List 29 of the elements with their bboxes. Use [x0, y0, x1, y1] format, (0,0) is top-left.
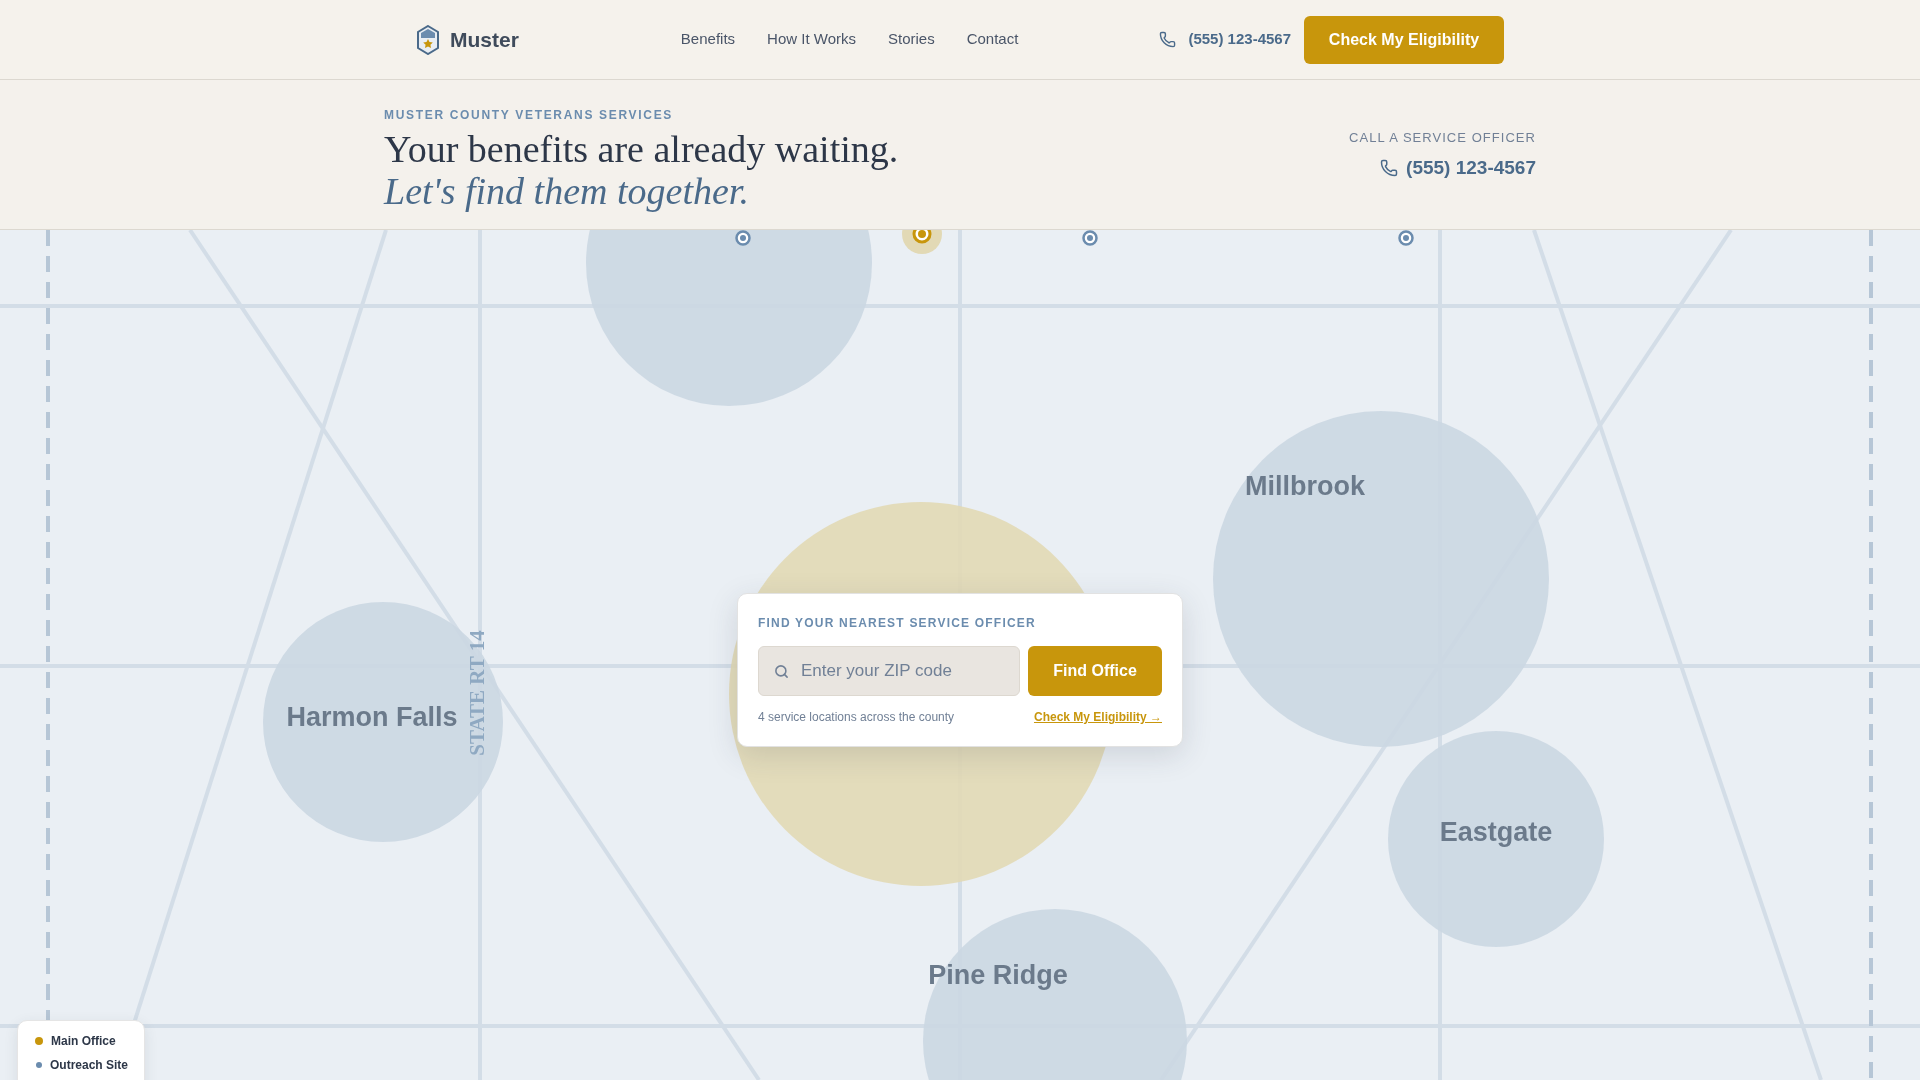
phone-icon [1380, 158, 1399, 177]
zip-field[interactable]: Enter your ZIP code [758, 646, 1020, 696]
town-label: Eastgate [1439, 816, 1553, 849]
location-marker[interactable] [1082, 230, 1098, 246]
phone-link[interactable]: (555) 123-4567 [1406, 153, 1536, 182]
phone-icon [1159, 31, 1177, 48]
search-icon [774, 664, 789, 679]
brand-name[interactable]: Muster [450, 23, 519, 56]
hero-headline: Your benefits are already waiting. [384, 128, 899, 170]
phone-link[interactable]: (555) 123-4567 [1188, 28, 1291, 51]
nav-link[interactable]: How It Works [767, 28, 856, 51]
locations-count-text: 4 service locations across the county [758, 709, 955, 726]
location-marker[interactable] [1398, 230, 1414, 246]
call-label: CALL A SERVICE OFFICER [1349, 129, 1536, 147]
nav-link[interactable]: Contact [966, 28, 1019, 51]
route-label: STATE RT 14 [465, 629, 491, 758]
town-label: Harmon Falls [286, 701, 458, 734]
location-marker[interactable] [902, 230, 942, 254]
shield-logo-icon [416, 24, 440, 55]
search-card-title: FIND YOUR NEAREST SERVICE OFFICER [758, 615, 1037, 632]
location-marker[interactable] [735, 230, 751, 246]
town-label: Pine Ridge [928, 959, 1068, 992]
eyebrow-text: MUSTER COUNTY VETERANS SERVICES [384, 107, 674, 124]
nav-link[interactable]: Stories [887, 28, 935, 51]
nav-link[interactable]: Benefits [680, 28, 736, 51]
hero-tagline: Let's find them together. [384, 170, 750, 212]
legend-label: Main Office [51, 1033, 116, 1050]
legend-label: Outreach Site [50, 1057, 129, 1074]
town-label: Millbrook [1245, 470, 1365, 503]
